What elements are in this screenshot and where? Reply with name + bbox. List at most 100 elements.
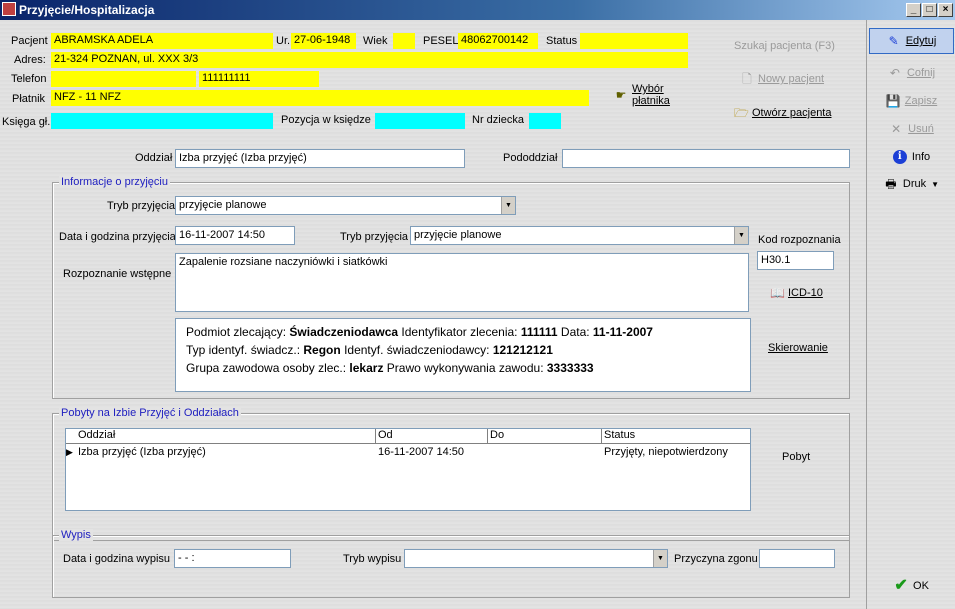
pobyty-table[interactable]: Oddział Od Do Status ▶ Izba przyjęć (Izb…: [65, 428, 751, 511]
pobyt-button[interactable]: Pobyt: [782, 451, 810, 463]
usun-label: Usuń: [908, 123, 934, 135]
druk-button[interactable]: 🖶 Druk ▼: [867, 171, 955, 197]
adres-label: Adres:: [14, 54, 46, 66]
minimize-button[interactable]: _: [906, 3, 921, 17]
new-document-icon: 🗋: [742, 72, 752, 86]
book-icon: 📖: [770, 286, 785, 300]
status-label: Status: [546, 35, 578, 47]
printer-icon: 🖶: [885, 177, 897, 191]
save-icon: 💾: [885, 94, 901, 108]
maximize-button[interactable]: □: [922, 3, 937, 17]
otworz-pacjenta-button[interactable]: 🗁 Otwórz pacjenta: [734, 106, 831, 120]
wiek-label: Wiek: [363, 35, 388, 47]
info-button[interactable]: i Info: [867, 144, 955, 170]
szukaj-pacjenta-button[interactable]: Szukaj pacjenta (F3): [734, 40, 835, 52]
tryb-wypisu-label: Tryb wypisu: [343, 553, 402, 565]
pacjent-field: ABRAMSKA ADELA: [51, 33, 273, 49]
chevron-down-icon[interactable]: ▼: [931, 180, 939, 189]
ok-button[interactable]: ✔ OK: [867, 573, 955, 599]
info-icon: i: [892, 150, 907, 164]
wypis-group-title: Wypis: [59, 529, 93, 541]
data-wypisu-field[interactable]: - - :: [174, 549, 291, 568]
nowy-pacjent-button[interactable]: 🗋 Nowy pacjent: [740, 72, 824, 86]
window-title: Przyjęcie/Hospitalizacja: [19, 3, 155, 17]
ur-field: 27-06-1948: [291, 33, 356, 49]
pesel-label: PESEL: [423, 35, 459, 47]
edit-icon: ✎: [888, 34, 899, 48]
column-header-oddzial[interactable]: Oddział: [76, 429, 376, 443]
edytuj-button[interactable]: ✎ Edytuj: [869, 28, 954, 54]
wybor-platnika-label: Wybór płatnika: [632, 83, 670, 107]
column-header-od[interactable]: Od: [376, 429, 488, 443]
chevron-down-icon[interactable]: ▼: [734, 227, 748, 244]
cofnij-label: Cofnij: [906, 67, 936, 79]
column-header-do[interactable]: Do: [488, 429, 602, 443]
cell-od: 16-11-2007 14:50: [378, 446, 465, 458]
column-header-status[interactable]: Status: [602, 429, 750, 443]
rozpoznanie-label: Rozpoznanie wstępne: [63, 268, 172, 280]
right-toolbar: ✎ Edytuj ↶ Cofnij 💾 Zapisz ✕ Usuń i Info…: [866, 20, 955, 609]
delete-icon: ✕: [891, 122, 902, 136]
pobyt-label: Pobyt: [782, 451, 811, 463]
tryb-przyjecia-2-value: przyjęcie planowe: [414, 229, 502, 241]
oddzial-field[interactable]: Izba przyjęć (Izba przyjęć): [175, 149, 465, 168]
chevron-down-icon[interactable]: ▼: [653, 550, 667, 567]
telefon-field-2: 111111111: [199, 71, 319, 87]
pododdzial-field[interactable]: [562, 149, 850, 168]
tryb-wypisu-select[interactable]: ▼: [404, 549, 668, 568]
cell-do: [488, 445, 602, 461]
data-przyjecia-label: Data i godzina przyjęcia: [59, 231, 176, 243]
przyczyna-zgonu-label: Przyczyna zgonu: [674, 553, 758, 565]
main-form: Pacjent ABRAMSKA ADELA Ur. 27-06-1948 Wi…: [0, 20, 866, 609]
usun-button[interactable]: ✕ Usuń: [867, 116, 955, 142]
platnik-label: Płatnik: [12, 93, 46, 105]
otworz-pacjenta-label: Otwórz pacjenta: [752, 107, 832, 119]
nowy-pacjent-label: Nowy pacjent: [758, 73, 825, 85]
app-icon: [2, 2, 16, 16]
przyczyna-zgonu-field[interactable]: [759, 549, 835, 568]
telefon-label: Telefon: [11, 73, 47, 85]
tryb-przyjecia-label: Tryb przyjęcia: [107, 200, 176, 212]
ok-label: OK: [913, 580, 929, 592]
info-line-1: Podmiot zlecający: Świadczeniodawca Iden…: [186, 325, 653, 339]
status-field: [580, 33, 688, 49]
zapisz-label: Zapisz: [904, 95, 938, 107]
row-pointer-icon: ▶: [66, 447, 73, 457]
ur-label: Ur.: [276, 35, 291, 47]
hand-pointer-icon: ☛: [615, 88, 627, 102]
rozpoznanie-field[interactable]: Zapalenie rozsiane naczyniówki i siatków…: [175, 253, 749, 312]
chevron-down-icon[interactable]: ▼: [501, 197, 515, 214]
wybor-platnika-button[interactable]: ☛ Wybór płatnika: [614, 83, 680, 107]
data-przyjecia-field[interactable]: 16-11-2007 14:50: [175, 226, 295, 245]
nr-dziecka-field: [529, 113, 561, 129]
kod-rozpoznania-label: Kod rozpoznania: [758, 234, 841, 246]
pacjent-label: Pacjent: [11, 35, 48, 47]
cofnij-button[interactable]: ↶ Cofnij: [867, 60, 955, 86]
close-button[interactable]: ×: [938, 3, 953, 17]
cell-status: Przyjęty, niepotwierdzony: [604, 446, 728, 458]
open-folder-icon: 🗁: [734, 106, 749, 120]
tryb-przyjecia-select[interactable]: przyjęcie planowe ▼: [175, 196, 516, 215]
edytuj-label: Edytuj: [905, 35, 937, 47]
data-wypisu-label: Data i godzina wypisu: [63, 553, 171, 565]
szukaj-pacjenta-label: Szukaj pacjenta (F3): [734, 40, 835, 52]
kod-rozpoznania-field[interactable]: H30.1: [757, 251, 834, 270]
pobyty-group-title: Pobyty na Izbie Przyjęć i Oddziałach: [59, 407, 241, 419]
skierowanie-info-box: Podmiot zlecający: Świadczeniodawca Iden…: [175, 318, 751, 392]
tryb-przyjecia-2-select[interactable]: przyjęcie planowe ▼: [410, 226, 749, 245]
pesel-field: 48062700142: [458, 33, 538, 49]
druk-label: Druk: [902, 178, 927, 190]
info-line-3: Grupa zawodowa osoby zlec.: lekarz Prawo…: [186, 361, 594, 375]
tryb-przyjecia-2-label: Tryb przyjęcia: [340, 231, 409, 243]
icd10-button[interactable]: 📖 ICD-10: [770, 286, 823, 300]
header-divider: [66, 443, 750, 444]
ksiega-label: Księga gł.: [2, 116, 51, 128]
tryb-przyjecia-value: przyjęcie planowe: [179, 199, 267, 211]
zapisz-button[interactable]: 💾 Zapisz: [867, 88, 955, 114]
oddzial-label: Oddział: [135, 152, 173, 164]
telefon-field: [51, 71, 196, 87]
undo-icon: ↶: [889, 66, 900, 80]
skierowanie-button[interactable]: Skierowanie: [768, 342, 828, 354]
pozycja-field: [375, 113, 465, 129]
ksiega-field: [51, 113, 273, 129]
